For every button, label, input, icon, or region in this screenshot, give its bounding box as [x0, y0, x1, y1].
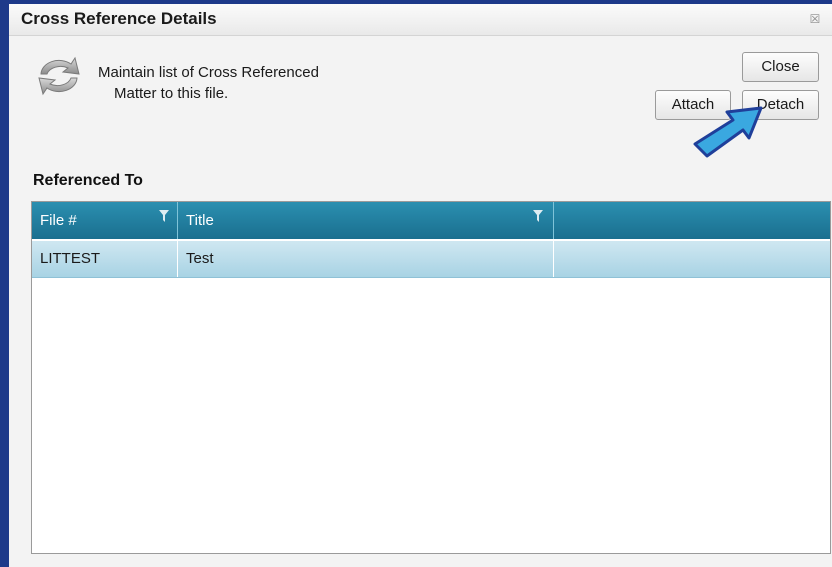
dialog-description: Maintain list of Cross Referenced Matter…: [98, 62, 319, 104]
table-row[interactable]: LITTEST Test: [32, 241, 830, 278]
column-header-file[interactable]: File #: [32, 202, 178, 239]
filter-icon[interactable]: [159, 210, 169, 222]
cell-extra: [554, 241, 830, 277]
column-header-empty: [554, 202, 830, 239]
detach-button[interactable]: Detach: [742, 90, 819, 120]
cell-title: Test: [178, 241, 554, 277]
refresh-icon: [38, 56, 80, 96]
description-line-2: Matter to this file.: [114, 85, 229, 102]
column-header-file-label: File #: [40, 212, 77, 229]
cross-reference-grid: File # Title LITTEST Test: [31, 201, 831, 554]
dialog-title: Cross Reference Details: [21, 9, 217, 28]
attach-button[interactable]: Attach: [655, 90, 731, 120]
referenced-to-label: Referenced To: [33, 172, 143, 189]
cell-file-number: LITTEST: [32, 241, 178, 277]
window-frame-left: [0, 0, 9, 567]
column-header-title[interactable]: Title: [178, 202, 554, 239]
grid-header: File # Title: [32, 202, 830, 239]
cross-reference-dialog: Cross Reference Details ☒ Maintain list …: [9, 4, 832, 567]
dialog-titlebar: Cross Reference Details ☒: [9, 4, 832, 36]
filter-icon[interactable]: [533, 210, 543, 222]
close-window-icon[interactable]: ☒: [808, 12, 822, 26]
close-button[interactable]: Close: [742, 52, 819, 82]
column-header-title-label: Title: [186, 212, 214, 229]
description-line-1: Maintain list of Cross Referenced: [98, 64, 319, 81]
